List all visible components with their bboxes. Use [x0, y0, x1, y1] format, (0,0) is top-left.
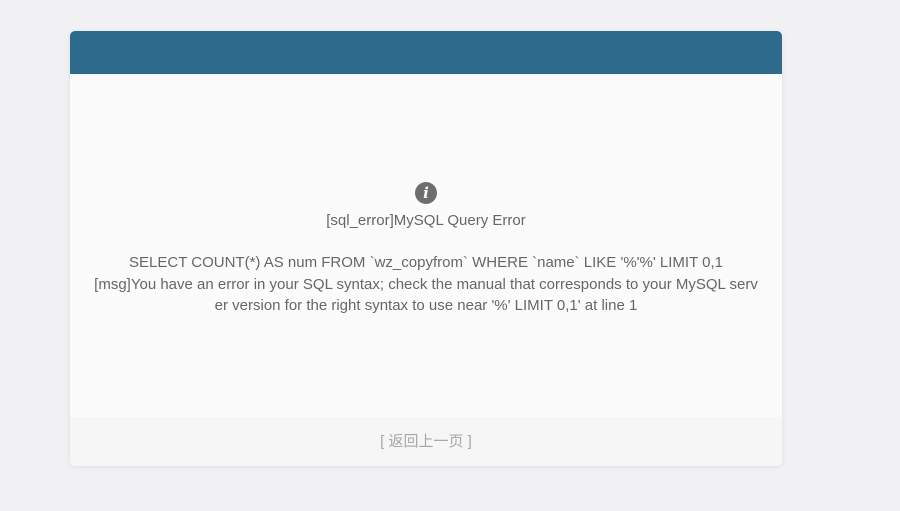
dialog-header: [70, 31, 782, 74]
error-message-block: SELECT COUNT(*) AS num FROM `wz_copyfrom…: [94, 252, 758, 317]
dialog-body: i [sql_error]MySQL Query Error SELECT CO…: [70, 74, 782, 417]
back-link[interactable]: [ 返回上一页 ]: [380, 433, 472, 450]
dialog-footer: [ 返回上一页 ]: [70, 417, 782, 466]
error-title: [sql_error]MySQL Query Error: [326, 212, 526, 229]
error-query: SELECT COUNT(*) AS num FROM `wz_copyfrom…: [129, 254, 723, 271]
error-dialog: i [sql_error]MySQL Query Error SELECT CO…: [70, 31, 782, 466]
error-detail: [msg]You have an error in your SQL synta…: [94, 275, 758, 315]
info-icon: i: [415, 182, 437, 204]
